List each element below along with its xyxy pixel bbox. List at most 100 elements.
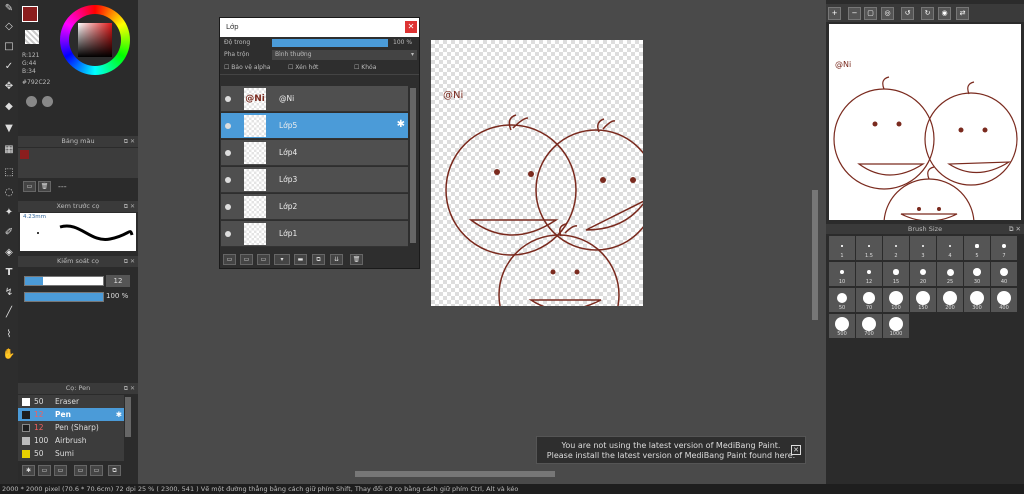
bucket-tool-icon[interactable]: ▼ — [2, 122, 16, 136]
palette-add-icon[interactable]: ▭ — [23, 181, 36, 192]
brush-size-25[interactable]: 25 — [937, 262, 963, 286]
brush-list-scrollbar[interactable] — [125, 397, 131, 437]
brush-size-500[interactable]: 500 — [829, 314, 855, 338]
brush-export-icon[interactable]: ▭ — [90, 465, 103, 476]
eye-icon[interactable] — [225, 150, 231, 156]
transparent-color-swatch[interactable] — [25, 30, 39, 44]
color-wheel[interactable] — [60, 5, 130, 75]
brush-size-400[interactable]: 400 — [991, 288, 1017, 312]
brush-item-eraser[interactable]: 50 Eraser — [18, 395, 124, 408]
eye-icon[interactable] — [225, 177, 231, 183]
eraser-tool-icon[interactable]: ◇ — [2, 20, 16, 34]
layer-opacity-slider[interactable] — [272, 39, 388, 47]
eyedropper-icon[interactable]: ⌇ — [2, 328, 16, 342]
new-layer-8bit-icon[interactable]: ▭ — [240, 254, 253, 265]
fit-screen-icon[interactable]: ▢ — [864, 7, 877, 20]
brush-size-2[interactable]: 2 — [883, 236, 909, 260]
rotate-left-icon[interactable]: ↺ — [901, 7, 914, 20]
brush-size-10[interactable]: 10 — [829, 262, 855, 286]
brush-new-icon[interactable]: ▭ — [38, 465, 51, 476]
new-layer-icon[interactable]: ▭ — [223, 254, 236, 265]
eye-icon[interactable] — [225, 231, 231, 237]
brush-size-200[interactable]: 200 — [937, 288, 963, 312]
layer-item-ni[interactable]: @Ni @Ni — [221, 86, 408, 112]
brush-size-70[interactable]: 70 — [856, 288, 882, 312]
close-icon[interactable]: ✕ — [405, 21, 417, 33]
eye-icon[interactable] — [225, 123, 231, 129]
brush-settings-icon[interactable]: ✱ — [116, 408, 122, 421]
brush-size-100[interactable]: 100 — [883, 288, 909, 312]
brush-size-12[interactable]: 12 — [856, 262, 882, 286]
layer-list-scrollbar[interactable] — [410, 88, 416, 243]
blend-mode-select[interactable]: Bình thường ▾ — [272, 50, 417, 60]
brush-size-3[interactable]: 3 — [910, 236, 936, 260]
folder-icon[interactable]: ▬ — [294, 254, 307, 265]
brush-size-1.5[interactable]: 1.5 — [856, 236, 882, 260]
rotate-right-icon[interactable]: ↻ — [921, 7, 934, 20]
update-notice[interactable]: You are not using the latest version of … — [536, 436, 806, 464]
close-icon[interactable]: ✕ — [791, 445, 801, 455]
layer-item-3[interactable]: Lớp3 — [221, 167, 408, 193]
brush-size-7[interactable]: 7 — [991, 236, 1017, 260]
brush-import-icon[interactable]: ▭ — [74, 465, 87, 476]
flip-horizontal-icon[interactable]: ⇄ — [956, 7, 969, 20]
brush-size-1[interactable]: 1 — [829, 236, 855, 260]
primary-color-swatch[interactable] — [22, 6, 38, 22]
layer-item-4[interactable]: Lớp4 — [221, 140, 408, 166]
brush-add-icon[interactable]: ✱ — [22, 465, 35, 476]
layer-item-2[interactable]: Lớp2 — [221, 194, 408, 220]
lock-checkbox[interactable]: ☐ Khóa — [354, 61, 376, 75]
brush-size-20[interactable]: 20 — [910, 262, 936, 286]
clipping-checkbox[interactable]: ☐ Xén hớt — [288, 61, 318, 75]
color-mode-icon[interactable] — [42, 96, 53, 107]
brush-item-sumi[interactable]: 50 Sumi — [18, 447, 124, 460]
gradient-tool-icon[interactable]: ▦ — [2, 143, 16, 157]
palette-swatch[interactable] — [20, 150, 29, 159]
divide-tool-icon[interactable]: ╱ — [2, 306, 16, 320]
layer-item-5[interactable]: Lớp5 ✱ — [221, 113, 408, 139]
brush-size-50[interactable]: 50 — [829, 288, 855, 312]
brush-copy-icon[interactable]: ▭ — [54, 465, 67, 476]
canvas-paper[interactable]: @Ni — [431, 40, 643, 306]
brush-size-value[interactable]: 12 — [106, 275, 130, 287]
actual-size-icon[interactable]: ◎ — [881, 7, 894, 20]
select-pen-icon[interactable]: ✐ — [2, 226, 16, 240]
brush-size-1000[interactable]: 1000 — [883, 314, 909, 338]
eye-icon[interactable] — [225, 96, 231, 102]
eye-icon[interactable] — [225, 204, 231, 210]
zoom-out-icon[interactable]: − — [848, 7, 861, 20]
navigator-preview[interactable]: @Ni — [829, 24, 1021, 220]
palette-delete-icon[interactable]: 🗑 — [38, 181, 51, 192]
select-eraser-icon[interactable]: ◈ — [2, 246, 16, 260]
layer-item-1[interactable]: Lớp1 — [221, 221, 408, 247]
palette-icon[interactable] — [26, 96, 37, 107]
zoom-in-icon[interactable]: + — [828, 7, 841, 20]
dot-tool-icon[interactable]: □ — [2, 40, 16, 54]
brush-opacity-slider[interactable] — [24, 292, 104, 302]
brush-size-4[interactable]: 4 — [937, 236, 963, 260]
move-tool-icon[interactable]: ✥ — [2, 80, 16, 94]
operation-tool-icon[interactable]: ↯ — [2, 286, 16, 300]
alpha-protect-checkbox[interactable]: ☐ Bảo vệ alpha — [224, 61, 270, 75]
brush-tool-icon[interactable]: ✎ — [2, 2, 16, 16]
canvas-vertical-scrollbar[interactable] — [812, 190, 818, 320]
brush-size-30[interactable]: 30 — [964, 262, 990, 286]
layer-settings-icon[interactable]: ✱ — [397, 119, 405, 130]
select-tool-icon[interactable]: ⬚ — [2, 166, 16, 180]
canvas-horizontal-scrollbar[interactable] — [355, 471, 555, 477]
brush-item-airbrush[interactable]: 100 Airbrush — [18, 434, 124, 447]
hand-tool-icon[interactable]: ✋ — [2, 348, 16, 362]
layer-menu-icon[interactable]: ▾ — [274, 254, 290, 265]
brush-size-5[interactable]: 5 — [964, 236, 990, 260]
brush-item-pen[interactable]: 12 Pen ✱ — [18, 408, 124, 421]
brush-size-40[interactable]: 40 — [991, 262, 1017, 286]
fill-tool-icon[interactable]: ◆ — [2, 100, 16, 114]
brush-delete-icon[interactable]: ⧉ — [108, 465, 121, 476]
brush-item-pen-sharp[interactable]: 12 Pen (Sharp) — [18, 421, 124, 434]
delete-layer-icon[interactable]: 🗑 — [350, 254, 363, 265]
layer-window-title[interactable]: Lớp ✕ — [220, 18, 419, 37]
text-tool-icon[interactable]: T — [2, 266, 16, 280]
duplicate-layer-icon[interactable]: ⧉ — [312, 254, 325, 265]
new-layer-1bit-icon[interactable]: ▭ — [257, 254, 270, 265]
brush-size-700[interactable]: 700 — [856, 314, 882, 338]
